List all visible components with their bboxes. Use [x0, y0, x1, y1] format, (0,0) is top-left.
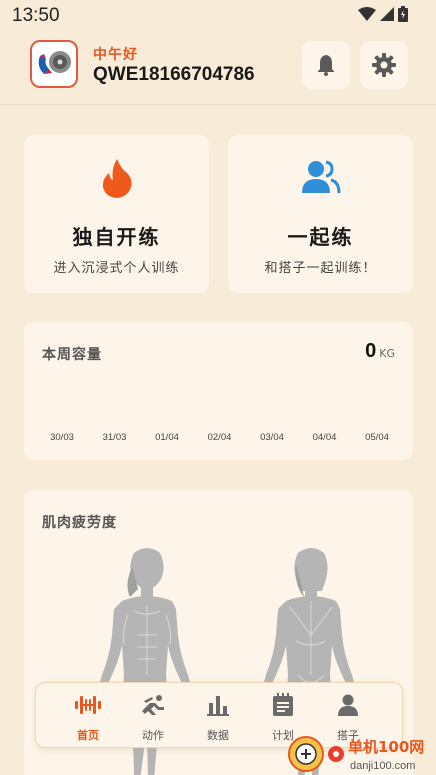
magnet-weight-icon — [38, 51, 71, 74]
notifications-button[interactable] — [302, 41, 350, 89]
weekly-volume-number: 0 — [365, 340, 377, 362]
train-solo-title: 独自开练 — [72, 225, 161, 249]
train-together-subtitle: 和搭子一起训练！ — [264, 261, 377, 276]
wifi-icon — [358, 7, 376, 21]
battery-icon — [398, 6, 408, 22]
nav-label-home: 首页 — [77, 729, 99, 742]
train-solo-card[interactable]: 独自开练 进入沉浸式个人训练 — [24, 135, 209, 293]
date-label: 04/04 — [312, 432, 337, 443]
nav-item-data[interactable]: 数据 — [188, 691, 248, 743]
watermark-text-bottom: danji100.com — [350, 760, 415, 772]
exercise-icon — [123, 691, 183, 719]
greeting-text: 中午好 — [93, 47, 138, 63]
weekly-volume-unit: KG — [379, 347, 395, 360]
watermark-logo: 单机100网 danji100.com — [288, 736, 424, 772]
flame-icon — [24, 159, 209, 199]
status-bar: 13:50 — [0, 0, 436, 32]
partner-icon — [318, 691, 378, 719]
chart-icon — [188, 691, 248, 719]
people-icon — [228, 159, 413, 195]
nav-label-exercises: 动作 — [142, 729, 164, 742]
gear-icon — [372, 53, 396, 77]
plan-icon — [253, 691, 313, 719]
signal-icon — [380, 7, 394, 21]
date-label: 05/04 — [365, 432, 389, 443]
date-label: 02/04 — [207, 432, 232, 443]
nav-item-home[interactable]: 首页 — [58, 691, 118, 743]
muscle-fatigue-title: 肌肉疲劳度 — [42, 515, 117, 531]
header: 中午好 QWE18166704786 — [0, 34, 436, 104]
bell-icon — [317, 55, 335, 76]
status-time: 13:50 — [12, 5, 60, 26]
status-icons — [358, 6, 408, 22]
weekly-volume-card[interactable]: 本周容量 0 KG 30/03 31/03 01/04 02/04 03/04 … — [24, 322, 413, 460]
settings-button[interactable] — [360, 41, 408, 89]
header-divider — [0, 104, 436, 105]
train-together-card[interactable]: 一起练 和搭子一起训练！ — [228, 135, 413, 293]
weekly-volume-dates: 30/03 31/03 01/04 02/04 03/04 04/04 05/0… — [42, 432, 397, 443]
nav-item-exercises[interactable]: 动作 — [123, 691, 183, 743]
dumbbell-icon — [58, 691, 118, 719]
weekly-volume-value: 0 KG — [365, 340, 395, 363]
date-label: 30/03 — [50, 432, 74, 443]
username: QWE18166704786 — [93, 64, 255, 85]
watermark-text-top: 单机100网 — [348, 738, 424, 756]
avatar[interactable] — [30, 40, 78, 88]
date-label: 03/04 — [260, 432, 284, 443]
date-label: 01/04 — [155, 432, 179, 443]
train-solo-subtitle: 进入沉浸式个人训练 — [53, 261, 180, 276]
train-together-title: 一起练 — [287, 225, 354, 249]
weekly-volume-title: 本周容量 — [42, 347, 102, 363]
nav-label-data: 数据 — [207, 729, 229, 742]
date-label: 31/03 — [102, 432, 127, 443]
